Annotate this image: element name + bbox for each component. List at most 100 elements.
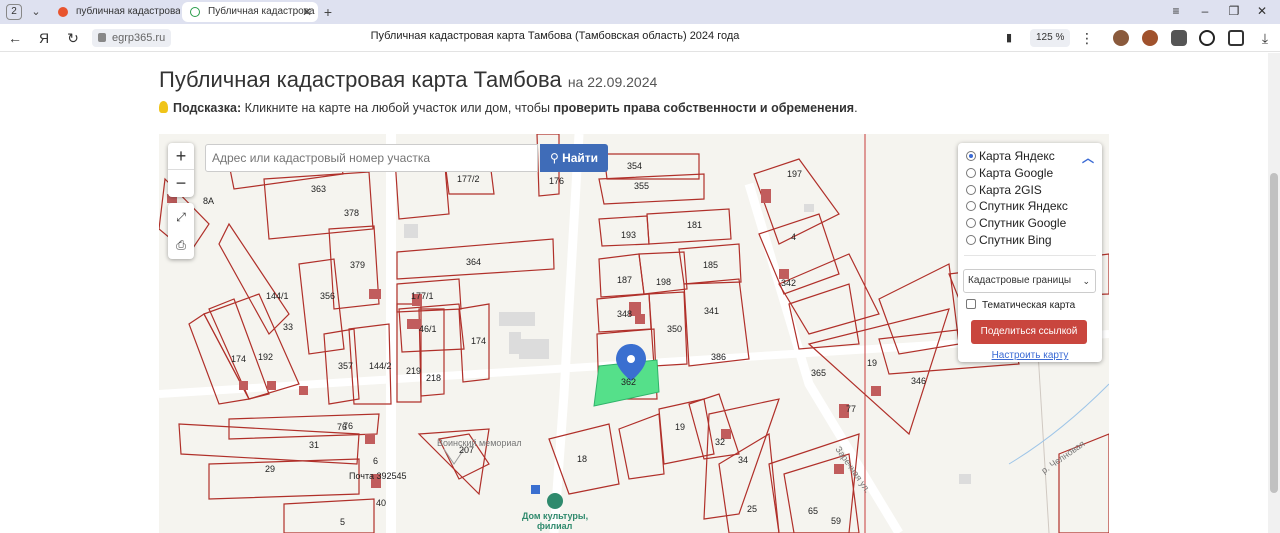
reload-icon[interactable]: ↻ [64,29,82,47]
parcel-number-label: 40 [376,498,386,508]
poi-culture-1: Дом культуры, [522,511,588,521]
parcel-number-label: 218 [426,373,441,383]
hint-text: Кликните на карте на любой участок или д… [244,101,550,115]
parcel-number-label: 174 [471,336,486,346]
site-favicon-icon [190,7,200,17]
tab-1-label: публичная кадастровая к [76,6,180,17]
browser-tab-bar: 2 ⌄ публичная кадастровая к Публичная ка… [0,0,1280,24]
radio[interactable] [966,168,976,178]
browser-menu-icon[interactable]: ≡ [1168,4,1184,18]
zoom-out-button[interactable]: − [168,170,194,197]
more-vertical-icon[interactable]: ⋮ [1078,29,1096,47]
parcel-number-label: 192 [258,352,273,362]
poi-culture-2: филиал [537,521,573,531]
parcel-number-label: 32 [715,437,725,447]
tab-count-badge[interactable]: 2 [6,4,22,20]
parcel-number-label: 76 [343,421,353,431]
parcel-number-label: 46/1 [419,324,437,334]
yandex-home-icon[interactable]: Я [35,29,53,47]
thematic-map-toggle[interactable]: Тематическая карта [966,299,1075,311]
overlay-select[interactable]: Кадастровые границы ⌄ [963,269,1096,293]
radio[interactable] [966,185,976,195]
configure-map-link[interactable]: Настроить карту [958,350,1102,361]
radio[interactable] [966,218,976,228]
street-label-2: р. Челновая [1039,438,1086,475]
extension-3-icon[interactable] [1171,30,1187,46]
search-button[interactable]: ⚲ Найти [540,144,608,172]
zoom-in-button[interactable]: + [168,143,194,170]
layer-option-bing-satellite[interactable]: Спутник Bing [966,232,1052,248]
minimize-icon[interactable]: – [1197,4,1213,18]
parcel-number-label: 346 [911,376,926,386]
parcel-number-label: 355 [634,181,649,191]
radio-selected[interactable] [966,151,976,161]
culture-house-icon [547,493,563,509]
heading-text: Публичная кадастровая карта Тамбова [159,67,562,92]
browser-tab-1[interactable]: публичная кадастровая к [50,2,180,22]
extension-1-icon[interactable] [1113,30,1129,46]
heading-date: на 22.09.2024 [567,74,658,90]
layer-option-2gis-map[interactable]: Карта 2GIS [966,182,1042,198]
parcel-number-label: 187 [617,275,632,285]
parcel-number-label: 365 [811,368,826,378]
poi-post: Почта 392545 [349,471,407,481]
close-tab-icon[interactable]: ✕ [302,2,312,22]
parcel-number-label: 356 [320,291,335,301]
extension-2-icon[interactable] [1142,30,1158,46]
divider [964,255,1096,256]
parcel-number-label: 181 [687,220,702,230]
browser-tab-2-active[interactable]: Публичная кадастрова ✕ [182,2,318,22]
fullscreen-expand-icon[interactable]: ⤢ [168,203,194,231]
parcel-number-label: 144/2 [369,361,392,371]
address-search-input[interactable] [205,144,538,172]
downloads-icon[interactable]: ⤓ [1256,29,1274,47]
collections-icon[interactable] [1228,30,1244,46]
parcel-number-label: 59 [831,516,841,526]
yandex-favicon-icon [58,7,68,17]
back-arrow-icon[interactable]: ← [6,29,24,47]
restore-icon[interactable]: ❐ [1226,4,1242,18]
tab-list-chevron-icon[interactable]: ⌄ [28,3,44,21]
parcel-number-label: 364 [466,257,481,267]
thematic-checkbox[interactable] [966,299,976,309]
overlay-select-value: Кадастровые границы [968,275,1072,286]
thematic-label: Тематическая карта [982,300,1076,311]
zoom-indicator[interactable]: 125 % [1030,29,1071,47]
parcel-number-label: 363 [311,184,326,194]
parcel-number-label: 219 [406,366,421,376]
hint-bold-text: проверить права собственности и обремене… [553,101,855,115]
collapse-chevron-up-icon[interactable]: ︿ [1082,149,1094,166]
new-tab-plus-icon[interactable]: + [320,4,336,20]
radio[interactable] [966,201,976,211]
parcel-number-label: 198 [656,277,671,287]
parcel-number-label: 362 [621,377,636,387]
parcel-number-label: 29 [265,464,275,474]
layer-label: Спутник Google [979,216,1067,230]
parcel-number-label: 176 [549,176,564,186]
media-play-icon[interactable] [1199,30,1215,46]
print-icon[interactable]: ⎙ [168,231,194,259]
layer-option-yandex-satellite[interactable]: Спутник Яндекс [966,198,1068,214]
cadastral-map[interactable]: Воинский мемориал Почта 392545 Дом культ… [159,134,1109,533]
url-field[interactable]: egrp365.ru [92,29,172,47]
scrollbar-thumb[interactable] [1270,173,1278,493]
layer-option-google-satellite[interactable]: Спутник Google [966,215,1066,231]
share-link-button[interactable]: Поделиться ссылкой [971,320,1087,344]
layer-label: Карта 2GIS [979,183,1042,197]
parcel-number-label: 177/1 [411,291,434,301]
parcel-number-label: 177/2 [457,174,480,184]
page-scrollbar[interactable] [1268,53,1280,533]
radio[interactable] [966,235,976,245]
chevron-down-icon: ⌄ [1082,276,1090,286]
layer-panel: ︿ Карта Яндекс Карта Google Карта 2GIS С… [958,143,1102,362]
parcel-number-label: 6 [373,456,378,466]
hint-label: Подсказка: [173,101,242,115]
layer-option-google-map[interactable]: Карта Google [966,165,1053,181]
layer-option-yandex-map[interactable]: Карта Яндекс [966,148,1055,164]
bookmark-icon[interactable]: ▮ [1000,29,1018,47]
address-bar: ← Я ↻ egrp365.ru Публичная кадастровая к… [0,24,1280,52]
layer-label: Спутник Bing [979,233,1052,247]
parcel-number-label: 197 [787,169,802,179]
close-window-icon[interactable]: ✕ [1254,4,1270,18]
parcel-number-label: 18 [577,454,587,464]
